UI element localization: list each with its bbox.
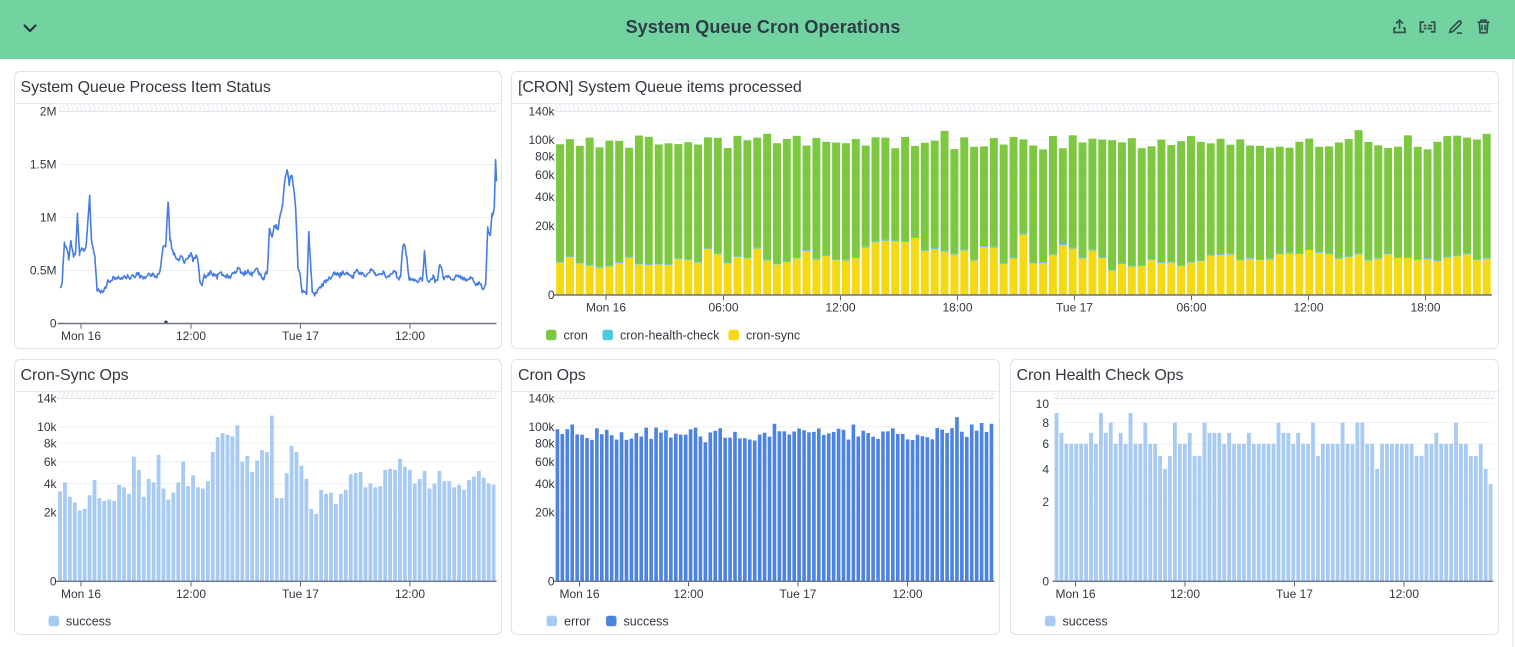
svg-text:6k: 6k [44,455,58,469]
svg-text:4k: 4k [44,477,58,491]
svg-text:12:00: 12:00 [892,587,922,601]
svg-text:1M: 1M [40,211,57,225]
svg-text:2: 2 [1042,495,1049,509]
svg-text:cron-health-check: cron-health-check [620,328,720,342]
svg-text:success: success [624,614,669,628]
svg-text:1.5M: 1.5M [30,158,57,172]
svg-text:8k: 8k [44,436,58,450]
svg-text:100k: 100k [528,420,555,434]
svg-text:Mon 16: Mon 16 [1055,587,1095,601]
svg-text:20k: 20k [535,219,555,233]
svg-text:Tue 17: Tue 17 [282,587,319,601]
svg-text:Tue 17: Tue 17 [282,329,319,343]
svg-text:Mon 16: Mon 16 [586,301,626,315]
svg-text:60k: 60k [535,168,555,182]
svg-text:18:00: 18:00 [942,301,972,315]
svg-text:Mon 16: Mon 16 [559,587,599,601]
svg-text:4: 4 [1042,462,1049,476]
svg-text:14k: 14k [37,392,57,406]
svg-text:12:00: 12:00 [1170,587,1200,601]
svg-text:0: 0 [1042,575,1049,589]
svg-text:Mon 16: Mon 16 [61,587,101,601]
svg-text:100k: 100k [528,133,555,147]
svg-text:12:00: 12:00 [176,587,206,601]
svg-text:40k: 40k [535,190,555,204]
svg-text:Tue 17: Tue 17 [1276,587,1313,601]
svg-text:error: error [564,614,590,628]
svg-text:success: success [66,614,111,628]
svg-text:06:00: 06:00 [1176,301,1206,315]
svg-text:cron: cron [564,328,588,342]
svg-text:12:00: 12:00 [395,587,425,601]
svg-text:140k: 140k [528,105,555,119]
svg-text:2M: 2M [40,105,57,119]
svg-text:8: 8 [1042,416,1049,430]
svg-text:80k: 80k [535,149,555,163]
svg-text:Tue 17: Tue 17 [1056,301,1093,315]
svg-text:12:00: 12:00 [176,329,206,343]
svg-text:12:00: 12:00 [395,329,425,343]
svg-text:10k: 10k [37,420,57,434]
svg-text:40k: 40k [535,477,555,491]
svg-text:10: 10 [1036,397,1050,411]
svg-text:140k: 140k [528,392,555,406]
svg-text:0: 0 [50,317,57,331]
svg-text:2k: 2k [44,505,58,519]
svg-text:Mon 16: Mon 16 [61,329,101,343]
svg-text:6: 6 [1042,437,1049,451]
svg-text:Tue 17: Tue 17 [780,587,817,601]
svg-text:80k: 80k [535,436,555,450]
svg-text:12:00: 12:00 [1293,301,1323,315]
svg-text:06:00: 06:00 [708,301,738,315]
svg-text:18:00: 18:00 [1410,301,1440,315]
svg-text:success: success [1063,614,1108,628]
svg-text:0: 0 [50,575,57,589]
svg-text:12:00: 12:00 [673,587,703,601]
svg-text:0.5M: 0.5M [30,264,57,278]
svg-text:12:00: 12:00 [1389,587,1419,601]
svg-text:cron-sync: cron-sync [746,328,800,342]
svg-text:60k: 60k [535,455,555,469]
svg-text:20k: 20k [535,505,555,519]
svg-text:12:00: 12:00 [825,301,855,315]
